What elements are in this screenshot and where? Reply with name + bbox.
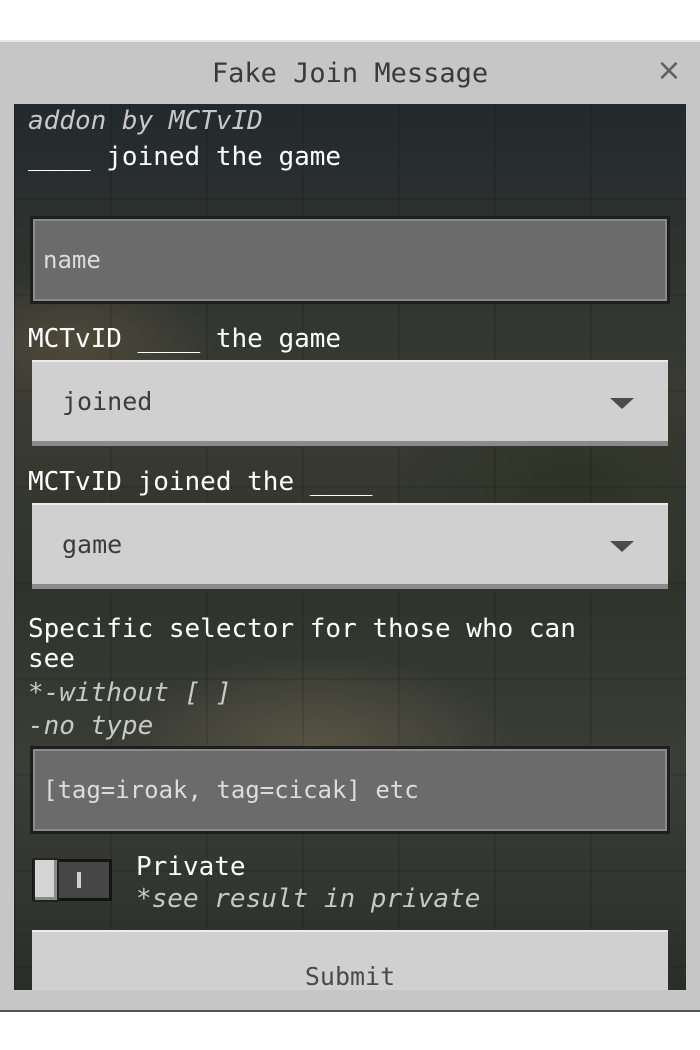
dialog-title: Fake Join Message — [211, 58, 489, 89]
addon-credit: addon by MCTvID — [28, 106, 263, 136]
name-input[interactable]: name — [30, 216, 670, 304]
chevron-down-icon — [610, 398, 634, 409]
target-dropdown-label: MCTvID joined the ____ — [28, 467, 373, 497]
chevron-down-icon — [610, 541, 634, 552]
toggle-off-mark-icon — [77, 872, 81, 888]
action-dropdown[interactable]: joined — [32, 360, 668, 446]
action-dropdown-label: MCTvID ____ the game — [28, 324, 342, 354]
target-dropdown[interactable]: game — [32, 503, 668, 589]
toggle-knob — [33, 858, 59, 902]
target-dropdown-value: game — [62, 530, 123, 559]
private-toggle[interactable] — [32, 858, 112, 902]
private-toggle-note: *see result in private — [136, 884, 481, 914]
submit-button[interactable]: Submit — [32, 930, 668, 990]
name-field-label: ____ joined the game — [28, 142, 342, 172]
close-icon[interactable]: × — [656, 56, 682, 86]
selector-input-placeholder: [tag=iroak, tag=cicak] etc — [43, 776, 419, 804]
selector-label-line1: Specific selector for those who can — [28, 614, 576, 644]
selector-note-2: -no type — [28, 711, 154, 741]
name-input-placeholder: name — [43, 246, 101, 274]
fake-join-message-dialog: Fake Join Message × addon by MCTvID ____… — [0, 40, 700, 1012]
private-toggle-label: Private — [136, 852, 246, 882]
form-content: addon by MCTvID ____ joined the game nam… — [14, 104, 686, 990]
selector-label-line2: see — [28, 644, 75, 674]
action-dropdown-value: joined — [62, 387, 153, 416]
selector-input[interactable]: [tag=iroak, tag=cicak] etc — [30, 746, 670, 834]
selector-note-1: *-without [ ] — [28, 678, 232, 708]
